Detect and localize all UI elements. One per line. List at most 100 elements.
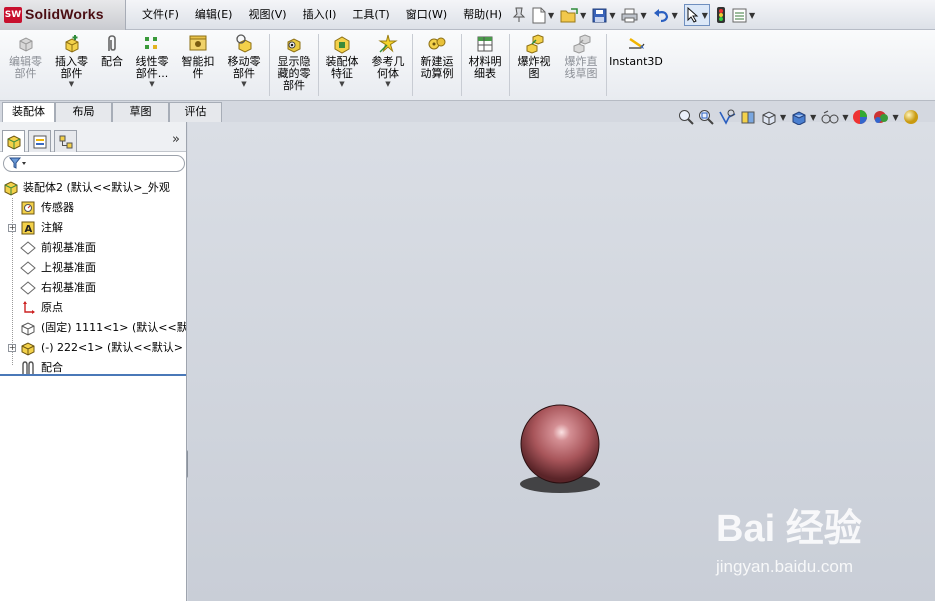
mate-button[interactable]: 配合 [95,33,129,99]
menu-file[interactable]: 文件(F) [134,0,187,30]
edit-appearance-icon[interactable] [852,109,868,125]
new-motion-study-label: 新建运动算例 [420,55,454,80]
explode-line-sketch-label: 爆炸直线草图 [564,55,598,80]
property-manager-icon [33,135,46,148]
tab-evaluate[interactable]: 评估 [169,102,222,122]
chevron-down-icon: ▼ [780,112,787,122]
zoom-to-area-icon[interactable] [698,109,714,125]
expand-panel-button[interactable]: » [172,132,180,147]
tree-node-label: 原点 [41,301,63,314]
chevron-down-icon: ▼ [241,80,247,88]
sensor-icon [20,200,36,216]
tree-node-part-222[interactable]: + (-) 222<1> (默认<<默认> [0,338,186,358]
edit-component-icon [19,37,32,52]
apply-scene-icon[interactable]: ▼ [872,109,899,125]
tab-assembly[interactable]: 装配体 [2,102,55,122]
zoom-to-fit-icon[interactable] [678,109,694,125]
tab-sketch[interactable]: 草图 [112,102,169,122]
new-motion-study-button[interactable]: 新建运动算例 [415,33,459,99]
move-component-button[interactable]: 移动零部件 ▼ [222,33,266,99]
assembly-feature-button[interactable]: 装配体特征 ▼ [321,33,363,99]
chevron-down-icon: ▼ [810,112,817,122]
undo-button[interactable]: ▼ [653,4,678,26]
part-icon [20,340,36,356]
linear-pattern-label: 线性零部件... [135,55,169,80]
tab-layout[interactable]: 布局 [55,102,112,122]
tree-node-top-plane[interactable]: 上视基准面 [0,258,186,278]
reference-geometry-label: 参考几何体 [371,55,405,80]
view-orientation-icon[interactable]: ▼ [760,109,786,125]
chevron-down-icon: ▼ [149,80,155,88]
panel-tabs: » [0,122,186,152]
property-manager-tab[interactable] [28,130,51,152]
chevron-down-icon: ▼ [640,10,647,20]
chevron-down-icon: ▼ [339,80,345,88]
tree-node-front-plane[interactable]: 前视基准面 [0,238,186,258]
new-document-button[interactable]: ▼ [532,4,554,26]
configuration-manager-tab[interactable] [54,130,77,152]
ribbon-divider [412,34,413,96]
app-logo[interactable]: SW SolidWorks [0,0,126,30]
sphere-model[interactable] [518,404,604,494]
insert-component-button[interactable]: 插入零部件 ▼ [49,33,94,99]
expand-toggle[interactable]: + [8,344,16,352]
explode-line-sketch-button[interactable]: 爆炸直线草图 [558,33,604,99]
show-hidden-components-button[interactable]: 显示隐藏的零部件 [272,33,316,99]
instant3d-button[interactable]: Instant3D [609,33,663,99]
menu-insert[interactable]: 插入(I) [295,0,345,30]
hide-show-items-icon[interactable]: ▼ [820,109,848,125]
tree-filter-input[interactable] [3,155,185,172]
tree-node-assembly[interactable]: 装配体2 (默认<<默认>_外观 [0,178,186,198]
sphere-body [520,404,600,484]
show-hidden-icon [287,38,301,53]
open-button[interactable]: ▼ [560,4,586,26]
previous-view-icon[interactable] [718,109,736,125]
instant3d-icon [629,37,645,49]
chevron-down-icon: ▼ [671,10,678,20]
assembly-icon [3,180,19,196]
chevron-down-icon: ▼ [701,10,708,20]
chevron-down-icon: ▼ [68,80,75,88]
plane-icon [20,260,36,276]
options-button[interactable]: ▼ [732,4,755,26]
select-button[interactable]: ▼ [683,4,710,26]
exploded-view-icon [526,34,544,54]
menu-help[interactable]: 帮助(H) [455,0,510,30]
quick-access-toolbar: ▼ ▼ ▼ ▼ ▼ ▼ ▼ [512,3,761,27]
ribbon-divider [509,34,510,96]
edit-component-button[interactable]: 编辑零部件 [3,33,48,99]
edit-component-label: 编辑零部件 [9,55,42,80]
ribbon-divider [461,34,462,96]
bom-label: 材料明细表 [468,55,502,80]
pin-icon[interactable] [512,4,526,26]
save-button[interactable]: ▼ [592,4,615,26]
chevron-down-icon: ▼ [548,10,555,20]
display-style-icon[interactable]: ▼ [790,109,816,125]
tree-node-part-1111[interactable]: (固定) 1111<1> (默认<<默 [0,318,186,338]
tree-node-right-plane[interactable]: 右视基准面 [0,278,186,298]
paperclip-icon [108,35,116,51]
menu-view[interactable]: 视图(V) [240,0,294,30]
exploded-view-button[interactable]: 爆炸视图 [512,33,556,99]
linear-pattern-button[interactable]: 线性零部件... ▼ [130,33,174,99]
menu-window[interactable]: 窗口(W) [398,0,455,30]
reference-geometry-button[interactable]: 参考几何体 ▼ [366,33,410,99]
section-view-icon[interactable] [740,109,756,125]
tree-node-sensors[interactable]: 传感器 [0,198,186,218]
tree-node-origin[interactable]: 原点 [0,298,186,318]
menu-tools[interactable]: 工具(T) [344,0,397,30]
chevron-down-icon: ▼ [748,10,756,20]
expand-toggle[interactable]: + [8,224,16,232]
realview-icon[interactable] [903,109,919,125]
chevron-down-icon: ▼ [892,112,899,122]
menu-edit[interactable]: 编辑(E) [187,0,241,30]
tree-node-annotations[interactable]: + A 注解 [0,218,186,238]
print-button[interactable]: ▼ [621,4,647,26]
smart-fasteners-button[interactable]: 智能扣件 [177,33,219,99]
rebuild-traffic-light-icon[interactable] [716,4,726,26]
ribbon-divider [606,34,607,96]
smart-fastener-icon [189,35,207,51]
feature-tree-tab[interactable] [2,130,25,152]
bom-button[interactable]: 材料明细表 [463,33,507,99]
move-component-label: 移动零部件 [227,55,261,80]
